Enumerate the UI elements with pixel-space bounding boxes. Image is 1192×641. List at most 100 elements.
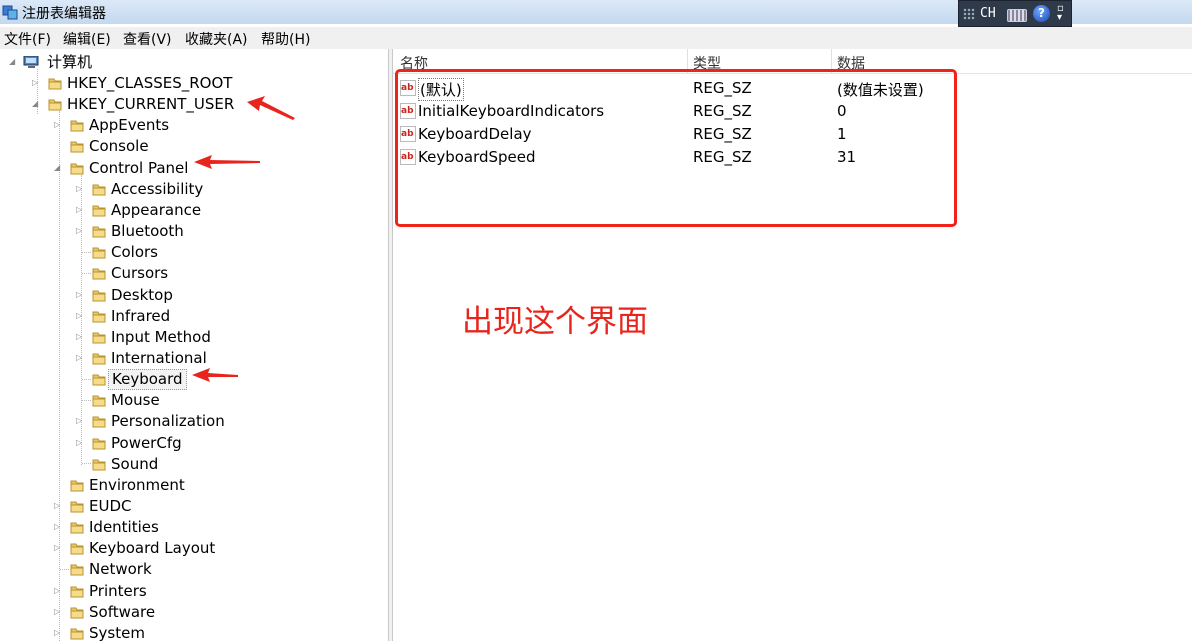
tree-label: Input Method <box>111 327 211 346</box>
folder-icon <box>92 332 106 344</box>
tree-node[interactable]: ▷ PowerCfg <box>0 433 388 454</box>
language-bar[interactable]: CH ? ▫ ▾ <box>958 0 1072 27</box>
tree-label: System <box>89 623 145 641</box>
tree-node[interactable]: ▷ Infrared <box>0 306 388 327</box>
tree-node[interactable]: Network <box>0 559 388 580</box>
tree-node[interactable]: ▷ Printers <box>0 581 388 602</box>
tree-label: HKEY_CURRENT_USER <box>67 95 235 114</box>
tree-label: Cursors <box>111 264 169 283</box>
tree-node[interactable]: ▷ System <box>0 623 388 641</box>
expand-icon[interactable]: ▷ <box>76 311 84 320</box>
tree-node[interactable]: ▷ Appearance <box>0 200 388 221</box>
tree-root-computer[interactable]: ◢ 计算机 <box>0 52 200 73</box>
tree-label: Environment <box>89 475 185 494</box>
tree-label: Keyboard <box>108 369 187 391</box>
tree-node[interactable]: Sound <box>0 454 388 475</box>
tree-label: Network <box>89 560 152 579</box>
help-icon[interactable]: ? <box>1033 5 1050 22</box>
tree-label: Appearance <box>111 200 202 219</box>
tree-node[interactable]: ▷ Software <box>0 602 388 623</box>
folder-icon <box>48 99 62 111</box>
expand-icon[interactable]: ▷ <box>76 184 84 193</box>
tree-label: Infrared <box>111 306 171 325</box>
tree-node[interactable]: Mouse <box>0 390 388 411</box>
expand-icon[interactable]: ▷ <box>32 79 40 87</box>
expand-icon[interactable]: ▷ <box>54 628 62 637</box>
expand-icon[interactable]: ▷ <box>76 205 84 214</box>
collapse-icon[interactable]: ◢ <box>54 163 62 172</box>
tree-label: Desktop <box>111 285 173 304</box>
menu-file[interactable]: 文件(F) <box>4 29 51 49</box>
keyboard-icon[interactable] <box>1007 9 1027 22</box>
grip-icon[interactable] <box>963 8 975 20</box>
expand-icon[interactable]: ▷ <box>76 438 84 447</box>
tree-node[interactable]: ▷ Bluetooth <box>0 221 388 242</box>
collapse-icon[interactable]: ◢ <box>9 58 17 66</box>
folder-icon <box>92 205 106 217</box>
tree-node[interactable]: ▷ Desktop <box>0 285 388 306</box>
folder-icon <box>70 480 84 492</box>
expand-icon[interactable]: ▷ <box>54 586 62 595</box>
window-title: 注册表编辑器 <box>22 6 106 22</box>
tree-node[interactable]: ▷ Keyboard Layout <box>0 538 388 559</box>
folder-icon <box>70 628 84 640</box>
regedit-icon <box>2 5 18 20</box>
tree-label: Sound <box>111 454 159 473</box>
tree-node[interactable]: ▷ EUDC <box>0 496 388 517</box>
tree-label: PowerCfg <box>111 433 182 452</box>
tree-node[interactable]: ▷ Input Method <box>0 327 388 348</box>
tree-label: Accessibility <box>111 179 204 198</box>
options-icon[interactable]: ▫ ▾ <box>1057 4 1064 23</box>
tree-node[interactable]: ▷ AppEvents <box>0 115 388 136</box>
tree-node[interactable]: ▷ HKEY_CLASSES_ROOT <box>0 73 388 94</box>
language-indicator[interactable]: CH <box>980 6 996 21</box>
tree-label: Mouse <box>111 391 160 410</box>
tree-node[interactable]: Environment <box>0 475 388 496</box>
tree-label: HKEY_CLASSES_ROOT <box>67 74 233 92</box>
tree-node[interactable]: Colors <box>0 242 388 263</box>
folder-icon <box>48 78 62 90</box>
folder-icon <box>70 120 84 132</box>
tree-node[interactable]: ▷ Personalization <box>0 411 388 432</box>
folder-icon <box>70 522 84 534</box>
tree-label: Control Panel <box>89 158 189 177</box>
expand-icon[interactable]: ▷ <box>54 544 62 552</box>
folder-icon <box>92 226 106 238</box>
tree-node[interactable]: ▷ Identities <box>0 517 388 538</box>
expand-icon[interactable]: ▷ <box>76 227 84 235</box>
collapse-icon[interactable]: ◢ <box>32 100 40 108</box>
folder-icon <box>92 311 106 323</box>
expand-icon[interactable]: ▷ <box>54 607 62 616</box>
menu-favorites[interactable]: 收藏夹(A) <box>185 29 248 49</box>
tree-label: Bluetooth <box>111 222 184 241</box>
folder-icon <box>92 290 106 301</box>
expand-icon[interactable]: ▷ <box>76 332 84 341</box>
expand-icon[interactable]: ▷ <box>54 502 62 510</box>
menu-help[interactable]: 帮助(H) <box>261 29 310 49</box>
menu-view[interactable]: 查看(V) <box>123 29 172 49</box>
folder-icon <box>70 141 84 153</box>
folder-icon <box>92 268 106 280</box>
folder-icon <box>70 586 84 598</box>
tree-label: AppEvents <box>89 116 170 135</box>
tree-node[interactable]: ◢ HKEY_CURRENT_USER <box>0 94 388 115</box>
tree-label: EUDC <box>89 497 132 515</box>
expand-icon[interactable]: ▷ <box>54 121 62 129</box>
tree-label: Keyboard Layout <box>89 539 216 558</box>
tree-node[interactable]: ▷ Accessibility <box>0 179 388 200</box>
tree-label: Identities <box>89 518 159 537</box>
expand-icon[interactable]: ▷ <box>76 417 84 425</box>
annotation-arrow-icon <box>192 368 238 382</box>
expand-icon[interactable]: ▷ <box>54 523 62 531</box>
folder-icon <box>70 564 84 576</box>
menu-edit[interactable]: 编辑(E) <box>63 29 111 49</box>
folder-icon <box>70 607 84 619</box>
expand-icon[interactable]: ▷ <box>76 290 84 299</box>
annotation-arrow-icon <box>247 96 295 120</box>
folder-icon <box>92 247 106 259</box>
folder-icon <box>92 438 106 450</box>
tree-node[interactable]: Cursors <box>0 263 388 284</box>
annotation-arrow-icon <box>194 155 260 169</box>
expand-icon[interactable]: ▷ <box>76 353 84 362</box>
registry-tree[interactable]: ◢ 计算机 ▷ HKEY_CLASSES_ROOT ◢ HKEY_CURRENT_US… <box>0 49 388 641</box>
